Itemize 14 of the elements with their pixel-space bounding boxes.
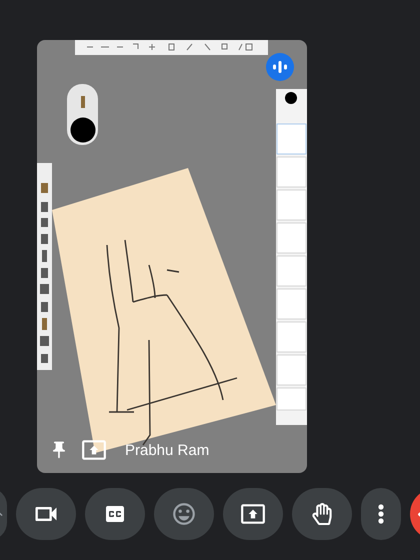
brush-icon — [81, 96, 85, 108]
smiley-icon — [171, 501, 197, 527]
participant-name: Prabhu Ram — [125, 442, 210, 458]
audio-level-icon — [273, 61, 287, 73]
present-button[interactable] — [223, 488, 283, 540]
layer-color-dot — [285, 92, 297, 104]
reactions-button[interactable] — [154, 488, 214, 540]
camera-button[interactable] — [16, 488, 76, 540]
color-swatch — [70, 118, 96, 142]
captions-button[interactable] — [85, 488, 145, 540]
more-options-button[interactable] — [361, 488, 401, 540]
raised-hand-icon — [311, 503, 333, 525]
raise-hand-button[interactable] — [292, 488, 352, 540]
more-options-icon — [378, 504, 384, 524]
